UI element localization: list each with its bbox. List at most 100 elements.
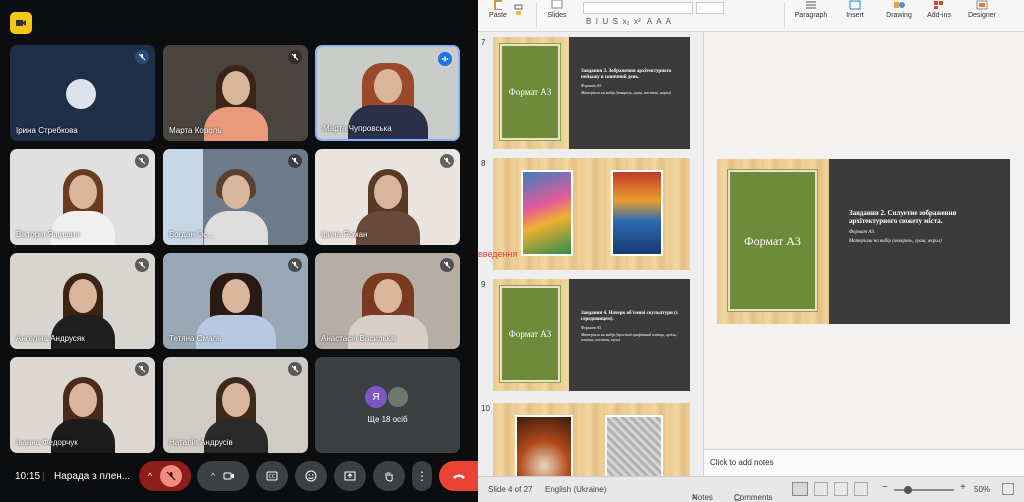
slide-number: 9 (481, 280, 486, 289)
phone-hangup-icon (452, 474, 465, 479)
participant-name: Вікторія Ящишин (16, 230, 80, 239)
avatar (387, 386, 409, 408)
hand-icon (385, 472, 393, 482)
slide-thumbnail[interactable]: Формат А3 Завдання 4. Начерк об'ємної ск… (493, 279, 690, 391)
mic-off-icon (135, 154, 149, 168)
more-participants-tile[interactable]: Я Ще 18 осіб (315, 357, 460, 453)
slide-bullet: Формат А3. (849, 230, 876, 235)
zoom-out-icon[interactable]: − (882, 482, 888, 493)
mic-off-icon (135, 362, 149, 376)
mic-off-icon (288, 258, 302, 272)
participant-name: Марта Чупровська (323, 124, 392, 133)
end-call-button[interactable] (439, 461, 478, 491)
status-bar: Slide 4 of 27 English (Ukraine) ≡ Notes … (478, 476, 1024, 502)
participant-tile[interactable]: Наталія Андрусів (163, 357, 308, 453)
zoom-slider[interactable] (894, 486, 954, 494)
chevron-up-icon[interactable]: ^ (211, 471, 215, 481)
microphone-button[interactable]: ^ (139, 461, 191, 491)
slide-heading: Завдання 2. Силуетне зображення архітект… (849, 209, 957, 225)
slides-button[interactable]: Slides (542, 0, 572, 19)
paragraph-icon (806, 1, 816, 9)
slide-green-box: Формат А3 (499, 285, 561, 383)
participant-tile[interactable]: Анастасія Васильків (315, 253, 460, 349)
present-screen-icon (344, 471, 356, 480)
chevron-up-icon[interactable]: ^ (148, 471, 152, 481)
avatar: Я (365, 386, 387, 408)
insert-button[interactable]: Insert (840, 0, 870, 19)
paragraph-button[interactable]: Paragraph (790, 0, 832, 19)
slide-green-box: Формат А3 (499, 43, 561, 141)
avatar (66, 79, 96, 109)
language-indicator[interactable]: English (Ukraine) (545, 485, 606, 494)
participant-name: Ірина Ясман (321, 230, 368, 239)
addins-button[interactable]: Add-ins (924, 0, 954, 19)
participant-tile[interactable]: Вікторія Ящишин (10, 149, 155, 245)
zoom-in-icon[interactable]: + (960, 482, 966, 493)
font-size-field[interactable] (696, 2, 724, 14)
paste-button[interactable]: Paste (484, 0, 512, 19)
slide-thumbnails-pane[interactable]: 7 Формат А3 Завдання 3. Зображення архіт… (478, 32, 704, 476)
participant-tile[interactable]: Іванна Федорчук (10, 357, 155, 453)
slide-bullet: Матеріали на вибір (акварель, гуаш, акри… (849, 239, 942, 244)
normal-view-icon[interactable] (792, 482, 808, 496)
participant-tile[interactable]: Богдан Ос... (163, 149, 308, 245)
svg-text:CC: CC (269, 474, 276, 480)
emoji-button[interactable] (295, 461, 327, 491)
participant-name: Ірина Стребкова (16, 126, 78, 135)
zoom-slider-thumb[interactable] (904, 486, 912, 494)
font-name-field[interactable] (583, 2, 693, 14)
participant-tile-speaking[interactable]: Марта Чупровська (315, 45, 460, 141)
captions-button[interactable]: CC (256, 461, 288, 491)
raise-hand-button[interactable] (373, 461, 405, 491)
meet-activity-icon[interactable] (10, 12, 32, 34)
slide-sorter-icon[interactable] (814, 482, 828, 496)
designer-icon (976, 0, 988, 10)
mic-off-icon (160, 465, 183, 487)
painting-image (611, 170, 663, 256)
participant-name: Наталія Андрусів (169, 438, 233, 447)
drawing-button[interactable]: Drawing (882, 0, 916, 19)
slide-thumbnail[interactable]: Формат А3 Завдання 3. Зображення архітек… (493, 37, 690, 149)
artwork-image (515, 415, 573, 476)
zoom-level[interactable]: 50% (974, 485, 990, 494)
present-button[interactable] (334, 461, 366, 491)
video-call-window: Ірина Стребкова Марта Король Марта Чупро… (0, 0, 478, 502)
slide-number: 8 (481, 159, 486, 168)
reading-view-icon[interactable] (834, 482, 848, 496)
current-slide[interactable]: Формат А3 Завдання 2. Силуетне зображенн… (717, 159, 1010, 324)
mic-off-icon (135, 258, 149, 272)
overlay-text: введення (478, 249, 518, 259)
notes-area[interactable]: Click to add notes (704, 449, 1024, 476)
participant-tile[interactable]: Марта Король (163, 45, 308, 141)
slideshow-icon[interactable] (854, 482, 868, 496)
participant-name: Іванна Федорчук (16, 438, 78, 447)
participant-name: Ангеліна Андрусяк (16, 334, 85, 343)
slide-number: 10 (481, 404, 490, 413)
insert-icon (849, 0, 861, 10)
clipboard-icon (494, 0, 502, 10)
more-options-button[interactable]: ⋮ (412, 461, 432, 491)
participant-tile[interactable]: Ірина Стребкова (10, 45, 155, 141)
text-format-icons[interactable]: B I U S x₂ x² A A A (586, 17, 671, 26)
participant-name: Тетяна Смаль (169, 334, 222, 343)
slide-text-panel: Завдання 3. Зображення архітектурного пе… (569, 37, 690, 149)
call-controls: 10:15 | Нарада з плен... ^ ^ CC ⋮ (0, 455, 478, 502)
mic-off-icon (288, 50, 302, 64)
designer-button[interactable]: Designer (964, 0, 1000, 19)
slide-number: 7 (481, 38, 486, 47)
speaking-indicator-icon (438, 52, 452, 66)
participant-tile[interactable]: Тетяна Смаль (163, 253, 308, 349)
participant-tile[interactable]: Ірина Ясман (315, 149, 460, 245)
camera-button[interactable]: ^ (197, 461, 249, 491)
slide-editor[interactable]: Формат А3 Завдання 2. Силуетне зображенн… (704, 32, 1024, 476)
meeting-title: Нарада з плен... (54, 471, 131, 482)
ribbon-toolbar: Paste Slides B I U S x₂ x² A A A Paragra… (478, 0, 1024, 32)
participant-tile[interactable]: Ангеліна Андрусяк (10, 253, 155, 349)
emoji-icon (305, 470, 317, 482)
fit-to-window-icon[interactable] (1002, 483, 1014, 495)
shapes-icon (894, 2, 905, 8)
format-painter-icon[interactable] (512, 4, 526, 22)
slide-thumbnail[interactable] (493, 158, 690, 270)
notes-placeholder: Click to add notes (710, 458, 774, 467)
slide-thumbnail[interactable] (493, 403, 690, 476)
